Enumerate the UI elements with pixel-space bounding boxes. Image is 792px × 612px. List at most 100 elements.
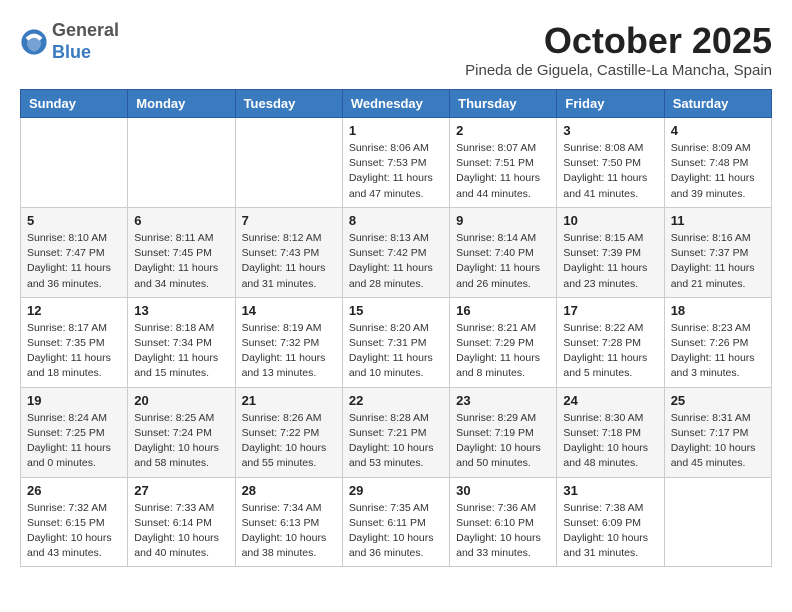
day-info: Sunrise: 8:16 AM Sunset: 7:37 PM Dayligh… bbox=[671, 231, 765, 292]
day-number: 30 bbox=[456, 483, 550, 498]
day-number: 12 bbox=[27, 303, 121, 318]
weekday-header-sunday: Sunday bbox=[21, 90, 128, 118]
location-subtitle: Pineda de Giguela, Castille-La Mancha, S… bbox=[465, 62, 772, 79]
day-number: 1 bbox=[349, 123, 443, 138]
calendar-cell: 26 Sunrise: 7:32 AM Sunset: 6:15 PM Dayli… bbox=[21, 477, 128, 567]
calendar-cell: 8 Sunrise: 8:13 AM Sunset: 7:42 PM Daylig… bbox=[342, 207, 449, 297]
day-number: 7 bbox=[242, 213, 336, 228]
day-number: 24 bbox=[563, 393, 657, 408]
calendar-cell: 30 Sunrise: 7:36 AM Sunset: 6:10 PM Dayli… bbox=[450, 477, 557, 567]
day-info: Sunrise: 8:23 AM Sunset: 7:26 PM Dayligh… bbox=[671, 321, 765, 382]
calendar-week-3: 12Sunrise: 8:17 AM Sunset: 7:35 PM Dayli… bbox=[21, 297, 772, 387]
day-info: Sunrise: 8:21 AM Sunset: 7:29 PM Dayligh… bbox=[456, 321, 550, 382]
calendar-cell: 29 Sunrise: 7:35 AM Sunset: 6:11 PM Dayli… bbox=[342, 477, 449, 567]
day-info: Sunrise: 7:32 AM Sunset: 6:15 PM Dayligh… bbox=[27, 501, 121, 562]
day-info: Sunrise: 8:09 AM Sunset: 7:48 PM Dayligh… bbox=[671, 141, 765, 202]
calendar-cell bbox=[664, 477, 771, 567]
day-number: 20 bbox=[134, 393, 228, 408]
day-info: Sunrise: 7:36 AM Sunset: 6:10 PM Dayligh… bbox=[456, 501, 550, 562]
weekday-header-saturday: Saturday bbox=[664, 90, 771, 118]
day-info: Sunrise: 8:06 AM Sunset: 7:53 PM Dayligh… bbox=[349, 141, 443, 202]
day-info: Sunrise: 8:20 AM Sunset: 7:31 PM Dayligh… bbox=[349, 321, 443, 382]
title-block: October 2025 Pineda de Giguela, Castille… bbox=[465, 20, 772, 79]
logo-blue-text: Blue bbox=[52, 42, 91, 62]
day-info: Sunrise: 7:35 AM Sunset: 6:11 PM Dayligh… bbox=[349, 501, 443, 562]
day-info: Sunrise: 8:14 AM Sunset: 7:40 PM Dayligh… bbox=[456, 231, 550, 292]
calendar-cell: 28 Sunrise: 7:34 AM Sunset: 6:13 PM Dayli… bbox=[235, 477, 342, 567]
calendar-week-4: 19 Sunrise: 8:24 AM Sunset: 7:25 PM Dayli… bbox=[21, 387, 772, 477]
calendar-cell: 22 Sunrise: 8:28 AM Sunset: 7:21 PM Dayli… bbox=[342, 387, 449, 477]
day-number: 25 bbox=[671, 393, 765, 408]
calendar-cell: 1 Sunrise: 8:06 AM Sunset: 7:53 PM Daylig… bbox=[342, 118, 449, 208]
day-info: Sunrise: 7:34 AM Sunset: 6:13 PM Dayligh… bbox=[242, 501, 336, 562]
calendar-cell: 23Sunrise: 8:29 AM Sunset: 7:19 PM Dayli… bbox=[450, 387, 557, 477]
day-info: Sunrise: 8:15 AM Sunset: 7:39 PM Dayligh… bbox=[563, 231, 657, 292]
calendar-cell: 18 Sunrise: 8:23 AM Sunset: 7:26 PM Dayli… bbox=[664, 297, 771, 387]
weekday-header-friday: Friday bbox=[557, 90, 664, 118]
day-info: Sunrise: 8:25 AM Sunset: 7:24 PM Dayligh… bbox=[134, 411, 228, 472]
day-number: 2 bbox=[456, 123, 550, 138]
day-info: Sunrise: 8:22 AM Sunset: 7:28 PM Dayligh… bbox=[563, 321, 657, 382]
day-info: Sunrise: 8:13 AM Sunset: 7:42 PM Dayligh… bbox=[349, 231, 443, 292]
day-number: 26 bbox=[27, 483, 121, 498]
logo: General Blue bbox=[20, 20, 119, 63]
calendar-cell: 25 Sunrise: 8:31 AM Sunset: 7:17 PM Dayli… bbox=[664, 387, 771, 477]
day-info: Sunrise: 8:26 AM Sunset: 7:22 PM Dayligh… bbox=[242, 411, 336, 472]
calendar-cell: 27Sunrise: 7:33 AM Sunset: 6:14 PM Dayli… bbox=[128, 477, 235, 567]
day-info: Sunrise: 7:38 AM Sunset: 6:09 PM Dayligh… bbox=[563, 501, 657, 562]
day-number: 11 bbox=[671, 213, 765, 228]
calendar-cell bbox=[128, 118, 235, 208]
calendar-cell: 24 Sunrise: 8:30 AM Sunset: 7:18 PM Dayli… bbox=[557, 387, 664, 477]
day-number: 19 bbox=[27, 393, 121, 408]
day-info: Sunrise: 8:18 AM Sunset: 7:34 PM Dayligh… bbox=[134, 321, 228, 382]
day-number: 31 bbox=[563, 483, 657, 498]
day-number: 22 bbox=[349, 393, 443, 408]
weekday-header-tuesday: Tuesday bbox=[235, 90, 342, 118]
day-number: 9 bbox=[456, 213, 550, 228]
day-info: Sunrise: 8:30 AM Sunset: 7:18 PM Dayligh… bbox=[563, 411, 657, 472]
calendar-cell: 6 Sunrise: 8:11 AM Sunset: 7:45 PM Daylig… bbox=[128, 207, 235, 297]
calendar-cell: 5Sunrise: 8:10 AM Sunset: 7:47 PM Daylig… bbox=[21, 207, 128, 297]
day-number: 17 bbox=[563, 303, 657, 318]
day-number: 13 bbox=[134, 303, 228, 318]
day-number: 21 bbox=[242, 393, 336, 408]
weekday-header-row: SundayMondayTuesdayWednesdayThursdayFrid… bbox=[21, 90, 772, 118]
day-number: 4 bbox=[671, 123, 765, 138]
calendar-cell: 15Sunrise: 8:20 AM Sunset: 7:31 PM Dayli… bbox=[342, 297, 449, 387]
day-info: Sunrise: 8:07 AM Sunset: 7:51 PM Dayligh… bbox=[456, 141, 550, 202]
calendar-cell: 17 Sunrise: 8:22 AM Sunset: 7:28 PM Dayli… bbox=[557, 297, 664, 387]
day-info: Sunrise: 8:19 AM Sunset: 7:32 PM Dayligh… bbox=[242, 321, 336, 382]
logo-icon bbox=[20, 28, 48, 56]
day-info: Sunrise: 8:29 AM Sunset: 7:19 PM Dayligh… bbox=[456, 411, 550, 472]
calendar-cell: 31 Sunrise: 7:38 AM Sunset: 6:09 PM Dayli… bbox=[557, 477, 664, 567]
day-number: 8 bbox=[349, 213, 443, 228]
day-number: 6 bbox=[134, 213, 228, 228]
calendar-cell: 10 Sunrise: 8:15 AM Sunset: 7:39 PM Dayli… bbox=[557, 207, 664, 297]
calendar-cell: 2 Sunrise: 8:07 AM Sunset: 7:51 PM Daylig… bbox=[450, 118, 557, 208]
day-info: Sunrise: 8:10 AM Sunset: 7:47 PM Dayligh… bbox=[27, 231, 121, 292]
calendar-cell: 12Sunrise: 8:17 AM Sunset: 7:35 PM Dayli… bbox=[21, 297, 128, 387]
day-info: Sunrise: 8:11 AM Sunset: 7:45 PM Dayligh… bbox=[134, 231, 228, 292]
day-number: 28 bbox=[242, 483, 336, 498]
day-number: 18 bbox=[671, 303, 765, 318]
day-info: Sunrise: 8:31 AM Sunset: 7:17 PM Dayligh… bbox=[671, 411, 765, 472]
page-header: General Blue October 2025 Pineda de Gigu… bbox=[20, 20, 772, 79]
day-number: 14 bbox=[242, 303, 336, 318]
day-number: 29 bbox=[349, 483, 443, 498]
calendar-cell bbox=[235, 118, 342, 208]
month-title: October 2025 bbox=[465, 20, 772, 62]
day-info: Sunrise: 8:28 AM Sunset: 7:21 PM Dayligh… bbox=[349, 411, 443, 472]
day-info: Sunrise: 8:24 AM Sunset: 7:25 PM Dayligh… bbox=[27, 411, 121, 472]
calendar-table: SundayMondayTuesdayWednesdayThursdayFrid… bbox=[20, 89, 772, 567]
day-number: 10 bbox=[563, 213, 657, 228]
calendar-cell: 7Sunrise: 8:12 AM Sunset: 7:43 PM Daylig… bbox=[235, 207, 342, 297]
calendar-week-2: 5Sunrise: 8:10 AM Sunset: 7:47 PM Daylig… bbox=[21, 207, 772, 297]
calendar-cell: 3Sunrise: 8:08 AM Sunset: 7:50 PM Daylig… bbox=[557, 118, 664, 208]
weekday-header-wednesday: Wednesday bbox=[342, 90, 449, 118]
logo-general-text: General bbox=[52, 20, 119, 40]
calendar-cell: 4 Sunrise: 8:09 AM Sunset: 7:48 PM Daylig… bbox=[664, 118, 771, 208]
day-info: Sunrise: 8:08 AM Sunset: 7:50 PM Dayligh… bbox=[563, 141, 657, 202]
calendar-cell: 21 Sunrise: 8:26 AM Sunset: 7:22 PM Dayli… bbox=[235, 387, 342, 477]
calendar-cell: 14 Sunrise: 8:19 AM Sunset: 7:32 PM Dayli… bbox=[235, 297, 342, 387]
calendar-cell: 11 Sunrise: 8:16 AM Sunset: 7:37 PM Dayli… bbox=[664, 207, 771, 297]
